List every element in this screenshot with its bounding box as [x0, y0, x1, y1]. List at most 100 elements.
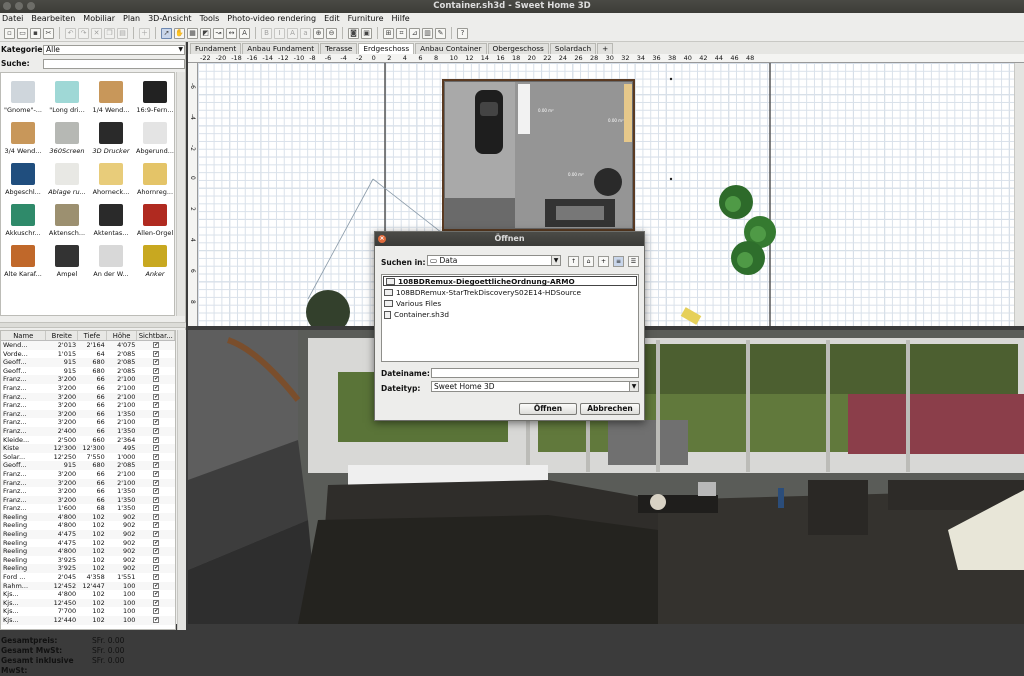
zoom-in-icon[interactable]: ⊕ [313, 27, 324, 39]
menu-item-0[interactable]: Datei [2, 13, 23, 25]
create-dimensions-icon[interactable]: ↔ [226, 27, 237, 39]
zoom-out-icon[interactable]: ⊖ [326, 27, 337, 39]
plan-scrollbar[interactable] [1014, 63, 1024, 326]
catalog-item[interactable]: Ampel [45, 237, 89, 278]
plugin-tool-5-icon[interactable]: ✎ [435, 27, 446, 39]
plugin-tool-1-icon[interactable]: ⊞ [383, 27, 394, 39]
table-row[interactable]: Franz... 3'200 66 2'100 ✔ [1, 401, 175, 410]
up-folder-icon[interactable]: ↑ [568, 256, 579, 267]
visible-checkbox[interactable]: ✔ [153, 574, 160, 581]
undo-icon[interactable]: ↶ [65, 27, 76, 39]
tab-level[interactable]: Fundament [190, 43, 242, 54]
table-row[interactable]: Franz... 3'200 66 1'350 ✔ [1, 495, 175, 505]
visible-checkbox[interactable]: ✔ [153, 462, 160, 469]
table-row[interactable]: Kjs... 12'450 102 100 ✔ [1, 598, 175, 608]
table-row[interactable]: Reeling 3'925 102 902 ✔ [1, 556, 175, 565]
details-view-icon[interactable]: ☰ [628, 256, 639, 267]
table-row[interactable]: Franz... 2'400 66 1'350 ✔ [1, 426, 175, 436]
catalog-item[interactable]: "Gnome"-... [1, 73, 45, 114]
visible-checkbox[interactable]: ✔ [153, 565, 160, 572]
maximize-window-icon[interactable] [27, 2, 35, 10]
table-row[interactable]: Franz... 3'200 66 2'100 ✔ [1, 384, 175, 393]
new-folder-icon[interactable]: + [598, 256, 609, 267]
table-row[interactable]: Rahm... 12'452 12'447 100 ✔ [1, 581, 175, 591]
menu-item-1[interactable]: Bearbeiten [31, 13, 75, 25]
table-row[interactable]: Franz... 3'200 66 2'100 ✔ [1, 478, 175, 488]
table-row[interactable]: Vorde... 1'015 64 2'085 ✔ [1, 350, 175, 359]
table-row[interactable]: Reeling 4'475 102 902 ✔ [1, 539, 175, 548]
category-select[interactable]: Alle ▼ [43, 44, 185, 55]
visible-checkbox[interactable]: ✔ [153, 342, 160, 348]
visible-checkbox[interactable]: ✔ [153, 453, 160, 460]
table-row[interactable]: Reeling 3'925 102 902 ✔ [1, 564, 175, 574]
visible-checkbox[interactable]: ✔ [153, 427, 160, 434]
visible-checkbox[interactable]: ✔ [153, 531, 160, 538]
catalog-item[interactable]: 3/4 Wend... [1, 114, 45, 155]
add-furniture-icon[interactable]: ＋ [139, 27, 150, 39]
visible-checkbox[interactable]: ✔ [153, 350, 160, 357]
cancel-button[interactable]: Abbrechen [580, 403, 640, 415]
text-bold-icon[interactable]: B [261, 27, 272, 39]
menu-item-6[interactable]: Photo-video rendering [227, 13, 316, 25]
tab-level[interactable]: Anbau Fundament [242, 43, 320, 54]
table-row[interactable]: Reeling 4'800 102 902 ✔ [1, 512, 175, 522]
catalog-item[interactable]: Aktensch... [45, 196, 89, 237]
filename-input[interactable] [431, 368, 639, 378]
paste-icon[interactable]: ▤ [117, 27, 128, 39]
table-row[interactable]: Reeling 4'475 102 902 ✔ [1, 530, 175, 539]
minimize-window-icon[interactable] [15, 2, 23, 10]
catalog-item[interactable]: Allen-Orgel [133, 196, 177, 237]
pan-mode-icon[interactable]: ✋ [174, 27, 185, 39]
catalog-item[interactable]: Abgerund... [133, 114, 177, 155]
open-file-icon[interactable]: ▭ [17, 27, 28, 39]
redo-icon[interactable]: ↷ [78, 27, 89, 39]
visible-checkbox[interactable]: ✔ [153, 488, 160, 495]
catalog-item[interactable]: Akkuschr... [1, 196, 45, 237]
column-header[interactable]: Höhe [107, 331, 138, 340]
plugin-tool-3-icon[interactable]: ⊿ [409, 27, 420, 39]
text-bigger-icon[interactable]: A [287, 27, 298, 39]
preferences-icon[interactable]: ✂ [43, 27, 54, 39]
catalog-item[interactable]: An der W... [89, 237, 133, 278]
table-row[interactable]: Reeling 4'800 102 902 ✔ [1, 521, 175, 530]
tab-level[interactable]: Erdgeschoss [358, 43, 415, 54]
visible-checkbox[interactable]: ✔ [153, 445, 160, 452]
tab-level[interactable]: Obergeschoss [487, 43, 549, 54]
create-video-icon[interactable]: ▣ [361, 27, 372, 39]
create-walls-icon[interactable]: ▦ [187, 27, 198, 39]
window-controls[interactable] [3, 2, 35, 10]
visible-checkbox[interactable]: ✔ [153, 617, 160, 623]
visible-checkbox[interactable]: ✔ [153, 539, 160, 546]
file-list-item[interactable]: 108BDRemux-DiegoettlicheOrdnung-ARMO [383, 276, 637, 286]
visible-checkbox[interactable]: ✔ [153, 599, 160, 606]
table-row[interactable]: Geoff... 915 680 2'085 ✔ [1, 358, 175, 367]
menu-item-2[interactable]: Mobiliar [83, 13, 115, 25]
plugin-tool-2-icon[interactable]: ⌗ [396, 27, 407, 39]
visible-checkbox[interactable]: ✔ [153, 376, 160, 383]
visible-checkbox[interactable]: ✔ [153, 608, 160, 615]
text-smaller-icon[interactable]: a [300, 27, 311, 39]
table-row[interactable]: Kjs... 7'700 102 100 ✔ [1, 607, 175, 616]
file-list-item[interactable]: Various Files [382, 298, 638, 309]
visible-checkbox[interactable]: ✔ [153, 367, 160, 374]
visible-checkbox[interactable]: ✔ [153, 384, 160, 391]
filetype-select[interactable]: Sweet Home 3D ▼ [431, 381, 639, 392]
catalog-item[interactable]: 16:9-Fern... [133, 73, 177, 114]
table-row[interactable]: Kleide... 2'500 660 2'364 ✔ [1, 436, 175, 445]
table-row[interactable]: Franz... 3'200 66 1'350 ✔ [1, 409, 175, 419]
table-row[interactable]: Geoff... 915 680 2'085 ✔ [1, 367, 175, 376]
table-row[interactable]: Kiste 12'300 12'300 495 ✔ [1, 444, 175, 453]
new-file-icon[interactable]: ▫ [4, 27, 15, 39]
tab-level[interactable]: Terasse [320, 43, 358, 54]
table-row[interactable]: Solar... 12'250 7'550 1'000 ✔ [1, 453, 175, 462]
create-polylines-icon[interactable]: ↝ [213, 27, 224, 39]
create-photo-icon[interactable]: ◙ [348, 27, 359, 39]
table-row[interactable]: Kjs... 4'800 102 100 ✔ [1, 590, 175, 599]
catalog-item[interactable]: Ahornreg... [133, 155, 177, 196]
catalog-item[interactable]: 360Screen [45, 114, 89, 155]
catalog-item[interactable]: 1/4 Wend... [89, 73, 133, 114]
catalog-item[interactable]: Anker [133, 237, 177, 278]
add-text-icon[interactable]: A [239, 27, 250, 39]
visible-checkbox[interactable]: ✔ [153, 410, 160, 417]
close-icon[interactable]: × [378, 235, 386, 243]
